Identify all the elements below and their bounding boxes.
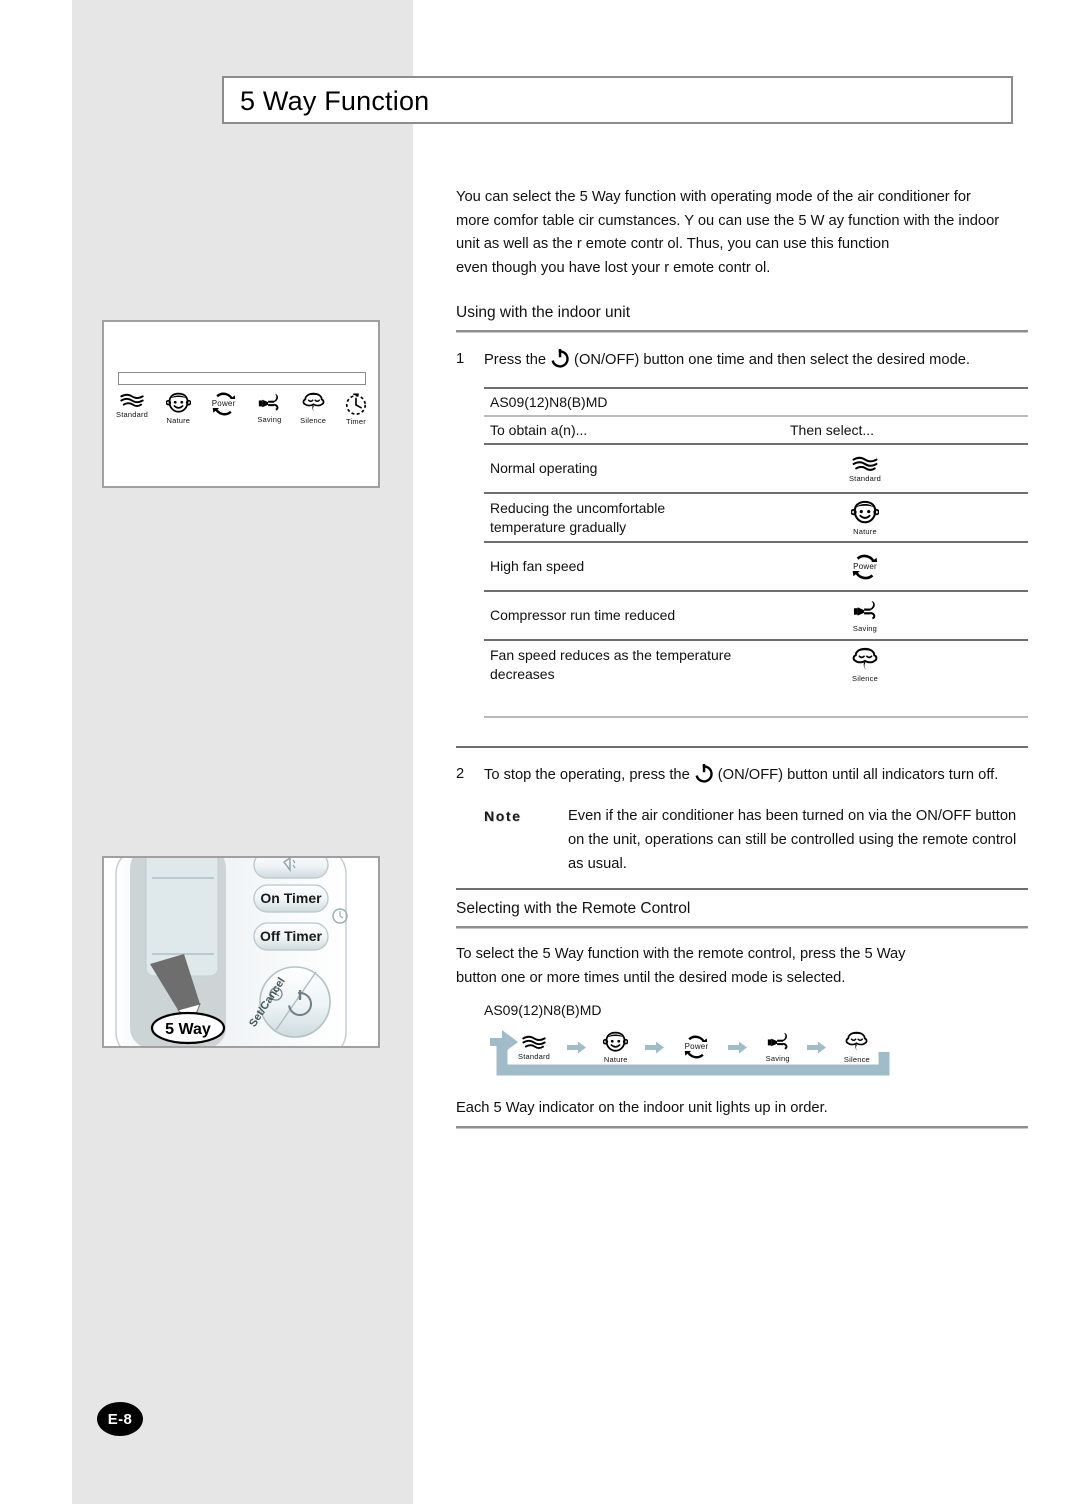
step-2-text-before: To stop the operating, press the [484, 767, 690, 783]
remote-off-timer-label: Off Timer [260, 928, 323, 944]
table-cell-condition: Reducing the uncomfortable temperature g… [490, 499, 666, 535]
cycle-item-silence: Silence [844, 1031, 870, 1064]
remote-section-top-rule [456, 888, 1028, 890]
saving-icon: Saving [851, 599, 879, 633]
icon-label: Silence [852, 673, 878, 683]
silence-icon: Silence [851, 647, 879, 683]
table-header-condition: To obtain a(n)... [490, 422, 588, 438]
silence-icon: Silence [300, 392, 326, 425]
step-2-text: To stop the operating, press the (ON/OFF)… [484, 762, 1028, 792]
page-title: 5 Way Function [240, 86, 430, 116]
cycle-footer-text: Each 5 Way indicator on the indoor unit … [456, 1100, 828, 1116]
table-cell-icon: Silence [790, 647, 940, 683]
remote-on-timer-label: On Timer [260, 890, 322, 906]
step-2-text-after: (ON/OFF) button until all indicators tur… [717, 767, 999, 783]
cycle-item-power: Power [681, 1035, 711, 1059]
page-title-box: 5 Way Function [222, 76, 1013, 124]
table-row: Fan speed reduces as the temperature dec… [484, 641, 1028, 688]
icon-label: Timer [346, 417, 366, 426]
power-icon [693, 762, 715, 792]
remote-model-number: AS09(12)N8(B)MD [484, 1002, 602, 1018]
remote-paragraph: To select the 5 Way function with the re… [456, 946, 906, 986]
table-row: Reducing the uncomfortable temperature g… [484, 494, 1028, 541]
figure-indoor-unit-panel: Standard Nature Power Saving Silence Tim… [102, 320, 380, 488]
table-header-row: To obtain a(n)... Then select... [484, 417, 1028, 443]
section-rule [456, 330, 1028, 333]
step2-top-rule [456, 746, 1028, 748]
arrow-right-icon [807, 1041, 827, 1054]
table-row: High fan speed Power [484, 543, 1028, 590]
nature-icon: Nature [851, 500, 879, 536]
icon-label: Nature [166, 416, 191, 425]
indoor-unit-indicators: Standard Nature Power Saving Silence Tim… [116, 392, 368, 426]
table-cell-condition: Normal operating [490, 460, 598, 476]
page-number: E-8 [97, 1402, 143, 1436]
note-body: Even if the air conditioner has been tur… [568, 808, 1017, 872]
table-cell-icon: Standard [790, 455, 940, 483]
nature-icon: Nature [165, 392, 191, 425]
figure-remote-control: On Timer Off Timer Set/Cancel 5 Way [102, 856, 380, 1048]
table-row: Compressor run time reduced Saving [484, 592, 1028, 639]
arrow-right-icon [728, 1041, 748, 1054]
step-1-number: 1 [456, 351, 465, 367]
step-1: 1 Press the (ON/OFF) button one time and … [456, 347, 1028, 377]
icon-label: Standard [518, 1051, 551, 1061]
step-2: 2 To stop the operating, press the (ON/OF… [456, 762, 1028, 792]
page-side-band [72, 0, 413, 1504]
table-cell-icon: Power [790, 554, 940, 580]
table-cell-condition: High fan speed [490, 558, 585, 574]
table-cell-icon: Nature [790, 500, 940, 536]
table-model-number: AS09(12)N8(B)MD [490, 394, 608, 410]
arrow-right-icon [566, 1041, 587, 1054]
main-content: You can select the 5 Way function with o… [456, 186, 1028, 1129]
icon-label: Power [852, 561, 878, 571]
step-1-text-after: (ON/OFF) button one time and then select… [574, 352, 970, 368]
intro-paragraph: You can select the 5 Way function with o… [456, 189, 1000, 276]
saving-icon: Saving [256, 392, 282, 424]
icon-label: Power [683, 1042, 710, 1051]
mode-cycle-diagram: Standard Nature Power Saving Silence [484, 1024, 904, 1084]
section-heading-remote: Selecting with the Remote Control [456, 900, 691, 917]
table-bottom-rule [484, 716, 1028, 718]
arrow-right-icon [644, 1041, 665, 1054]
step-1-text: Press the (ON/OFF) button one time and th… [484, 347, 1028, 377]
timer-icon: Timer [344, 392, 368, 426]
icon-label: Standard [848, 473, 882, 483]
step-2-number: 2 [456, 766, 465, 782]
remote-5way-label: 5 Way [165, 1021, 211, 1038]
standard-icon: Standard [116, 392, 148, 419]
cycle-item-saving: Saving [765, 1031, 791, 1063]
step-1-text-before: Press the [484, 352, 547, 368]
standard-icon: Standard [849, 455, 881, 483]
section-rule [456, 926, 1028, 929]
icon-label: Nature [603, 1054, 628, 1064]
cycle-item-nature: Nature [603, 1031, 629, 1064]
icon-label: Saving [852, 623, 878, 633]
power-icon [549, 347, 571, 377]
icon-label: Standard [116, 410, 149, 419]
power-fan-icon: Power [849, 554, 881, 580]
table-cell-condition: Fan speed reduces as the temperature dec… [490, 646, 732, 682]
remote-control-illustration: On Timer Off Timer Set/Cancel 5 Way [115, 858, 348, 1046]
indoor-unit-display-bar [118, 372, 366, 385]
note-block: Note Even if the air conditioner has bee… [484, 804, 1028, 876]
table-cell-icon: Saving [790, 599, 940, 633]
icon-label: Saving [765, 1054, 790, 1063]
icon-label: Nature [853, 526, 877, 536]
cycle-item-standard: Standard [518, 1034, 550, 1061]
table-row: Normal operating Standard [484, 445, 1028, 492]
bottom-rule [456, 1126, 1028, 1129]
table-header-select: Then select... [790, 422, 875, 438]
table-cell-condition: Compressor run time reduced [490, 607, 676, 623]
icon-label: Silence [300, 416, 327, 425]
icon-label: Silence [843, 1054, 870, 1064]
icon-label: Saving [257, 415, 282, 424]
section-heading-indoor: Using with the indoor unit [456, 304, 631, 321]
icon-label: Power [210, 399, 237, 408]
power-fan-icon: Power [209, 392, 239, 416]
note-label: Note [484, 808, 522, 824]
mode-table: AS09(12)N8(B)MD To obtain a(n)... Then s… [484, 387, 1028, 718]
